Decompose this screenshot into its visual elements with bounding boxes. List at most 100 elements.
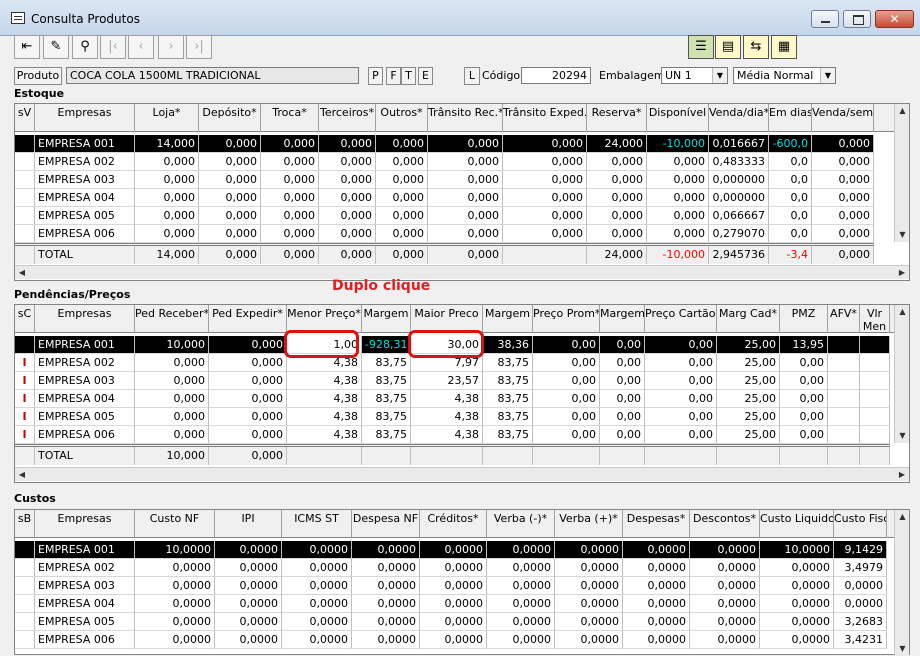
table-row[interactable]: EMPRESA 002 0,0000 0,0000 0,0000 0,0000 0,000…	[15, 559, 887, 577]
custos-col-header[interactable]: Verba (-)*	[487, 510, 555, 538]
previous-record-button[interactable]: ‹	[128, 35, 154, 59]
scroll-up-icon[interactable]: ▲	[895, 510, 910, 524]
custos-cell: 10,0000	[760, 541, 834, 559]
table-row[interactable]: I EMPRESA 006 0,000 0,000 4,38 83,75 4,38 83,75…	[15, 426, 890, 444]
pendencias-col-header[interactable]: Margem	[483, 305, 533, 333]
pendencias-col-header[interactable]: Marg Cad*	[717, 305, 780, 333]
estoque-col-header[interactable]: Venda/sem*	[812, 104, 874, 132]
table-row[interactable]: EMPRESA 006 0,000 0,000 0,000 0,000 0,000 0,00…	[15, 225, 874, 243]
l-button[interactable]: L	[464, 67, 480, 85]
table-row[interactable]: I EMPRESA 004 0,000 0,000 4,38 83,75 4,38 83,75…	[15, 390, 890, 408]
custos-col-header[interactable]: Verba (+)*	[555, 510, 623, 538]
media-select[interactable]: Média Normal ▼	[733, 67, 836, 84]
estoque-col-header[interactable]: Depósito*	[199, 104, 261, 132]
pendencias-col-header[interactable]: PMZ	[780, 305, 828, 333]
estoque-col-header[interactable]: Terceiros*	[319, 104, 376, 132]
estoque-col-header[interactable]: sV	[15, 104, 35, 132]
table-row[interactable]: EMPRESA 002 0,000 0,000 0,000 0,000 0,000 0,00…	[15, 153, 874, 171]
scroll-left-icon[interactable]: ◀	[15, 468, 29, 482]
pendencias-col-header[interactable]: Preço Prom*	[533, 305, 600, 333]
custos-col-header[interactable]: Custo Fiscal	[834, 510, 887, 538]
estoque-col-header[interactable]: Troca*	[261, 104, 319, 132]
produto-button[interactable]: Produto	[14, 67, 62, 85]
estoque-cell: 0,0	[769, 189, 812, 207]
pendencias-vertical-scrollbar[interactable]: ▲ ▼	[894, 305, 909, 443]
custos-col-header[interactable]: sB	[15, 510, 35, 538]
pendencias-col-header[interactable]: Maior Preco	[411, 305, 483, 333]
pendencias-col-header[interactable]: Empresas	[35, 305, 135, 333]
estoque-col-header[interactable]: Outros*	[376, 104, 428, 132]
custos-col-header[interactable]: Despesas*	[623, 510, 690, 538]
embalagem-select[interactable]: UN 1 ▼	[661, 67, 728, 84]
scroll-right-icon[interactable]: ▶	[895, 468, 909, 482]
scroll-left-icon[interactable]: ◀	[15, 266, 29, 280]
maximize-button[interactable]	[843, 10, 871, 28]
pendencias-col-header[interactable]: sC	[15, 305, 35, 333]
custos-col-header[interactable]: Empresas	[35, 510, 135, 538]
first-record-button[interactable]: |‹	[100, 35, 126, 59]
exit-button[interactable]: ⇤	[14, 35, 40, 59]
view-form-button[interactable]: ▤	[715, 35, 741, 59]
pendencias-col-header[interactable]: Menor Preço*	[287, 305, 362, 333]
estoque-col-header[interactable]: Loja*	[135, 104, 199, 132]
binoculars-button[interactable]: ⚲	[72, 35, 98, 59]
estoque-col-header[interactable]: Empresas	[35, 104, 135, 132]
custos-grid[interactable]: sB Empresas Custo NF IPI ICMS ST Despesa NF Cr…	[14, 509, 910, 656]
table-row[interactable]: I EMPRESA 003 0,000 0,000 4,38 83,75 23,57 83,7…	[15, 372, 890, 390]
estoque-col-header[interactable]: Trânsito Rec.*	[428, 104, 503, 132]
close-button[interactable]: ✕	[875, 10, 914, 28]
table-row[interactable]: EMPRESA 005 0,0000 0,0000 0,0000 0,0000 0,000…	[15, 613, 887, 631]
estoque-col-header[interactable]: Venda/dia*	[709, 104, 769, 132]
pendencias-col-header[interactable]: Margem	[600, 305, 645, 333]
table-row[interactable]: EMPRESA 006 0,0000 0,0000 0,0000 0,0000 0,000…	[15, 631, 887, 649]
custos-col-header[interactable]: Despesa NF	[352, 510, 420, 538]
custos-col-header[interactable]: Créditos*	[420, 510, 487, 538]
last-record-button[interactable]: ›|	[186, 35, 212, 59]
view-detail-button[interactable]: ▦	[771, 35, 797, 59]
flag-button-t[interactable]: T	[401, 67, 416, 85]
estoque-col-header[interactable]: Disponível	[647, 104, 709, 132]
view-grid-button[interactable]: ☰	[688, 35, 714, 59]
codigo-field[interactable]: 20294	[521, 67, 591, 84]
estoque-col-header[interactable]: Em dias	[769, 104, 812, 132]
table-row[interactable]: EMPRESA 001 14,000 0,000 0,000 0,000 0,000 0,0…	[15, 135, 874, 153]
scroll-up-icon[interactable]: ▲	[895, 104, 910, 118]
view-split-button[interactable]: ⇆	[743, 35, 769, 59]
custos-vertical-scrollbar[interactable]: ▲ ▼	[894, 510, 909, 656]
minimize-button[interactable]	[811, 10, 839, 28]
custos-col-header[interactable]: Descontos*	[690, 510, 760, 538]
scroll-up-icon[interactable]: ▲	[895, 305, 910, 319]
scroll-right-icon[interactable]: ▶	[895, 266, 909, 280]
pendencias-col-header[interactable]: Margem	[362, 305, 411, 333]
eraser-button[interactable]: ✎	[43, 35, 69, 59]
table-row[interactable]: EMPRESA 004 0,0000 0,0000 0,0000 0,0000 0,000…	[15, 595, 887, 613]
custos-col-header[interactable]: IPI	[215, 510, 282, 538]
scroll-down-icon[interactable]: ▼	[895, 228, 910, 242]
estoque-col-header[interactable]: Trânsito Exped.*	[503, 104, 587, 132]
pendencias-col-header[interactable]: Vlr Men	[860, 305, 890, 333]
table-row[interactable]: EMPRESA 004 0,000 0,000 0,000 0,000 0,000 0,00…	[15, 189, 874, 207]
flag-button-f[interactable]: F	[386, 67, 401, 85]
pendencias-horizontal-scrollbar[interactable]: ◀ ▶	[15, 467, 909, 481]
estoque-horizontal-scrollbar[interactable]: ◀ ▶	[15, 265, 909, 279]
pendencias-col-header[interactable]: Ped Expedir*	[209, 305, 287, 333]
estoque-vertical-scrollbar[interactable]: ▲ ▼	[894, 104, 909, 242]
scroll-down-icon[interactable]: ▼	[895, 642, 910, 656]
table-row[interactable]: EMPRESA 003 0,000 0,000 0,000 0,000 0,000 0,00…	[15, 171, 874, 189]
pendencias-col-header[interactable]: AFV*	[828, 305, 860, 333]
flag-button-p[interactable]: P	[368, 67, 383, 85]
table-row[interactable]: EMPRESA 005 0,000 0,000 0,000 0,000 0,000 0,00…	[15, 207, 874, 225]
table-row[interactable]: EMPRESA 003 0,0000 0,0000 0,0000 0,0000 0,000…	[15, 577, 887, 595]
estoque-col-header[interactable]: Reserva*	[587, 104, 647, 132]
table-row[interactable]: I EMPRESA 005 0,000 0,000 4,38 83,75 4,38 83,75…	[15, 408, 890, 426]
pendencias-col-header[interactable]: Preço Cartão*	[645, 305, 717, 333]
pendencias-col-header[interactable]: Ped Receber*	[135, 305, 209, 333]
table-row[interactable]: EMPRESA 001 10,0000 0,0000 0,0000 0,0000 0,00…	[15, 541, 887, 559]
flag-button-e[interactable]: E	[418, 67, 433, 85]
scroll-down-icon[interactable]: ▼	[895, 429, 910, 443]
custos-col-header[interactable]: Custo Liquido*	[760, 510, 834, 538]
custos-col-header[interactable]: ICMS ST	[282, 510, 352, 538]
estoque-grid[interactable]: sV Empresas Loja* Depósito* Troca* Terceiros*…	[14, 103, 910, 281]
custos-col-header[interactable]: Custo NF	[135, 510, 215, 538]
next-record-button[interactable]: ›	[158, 35, 184, 59]
